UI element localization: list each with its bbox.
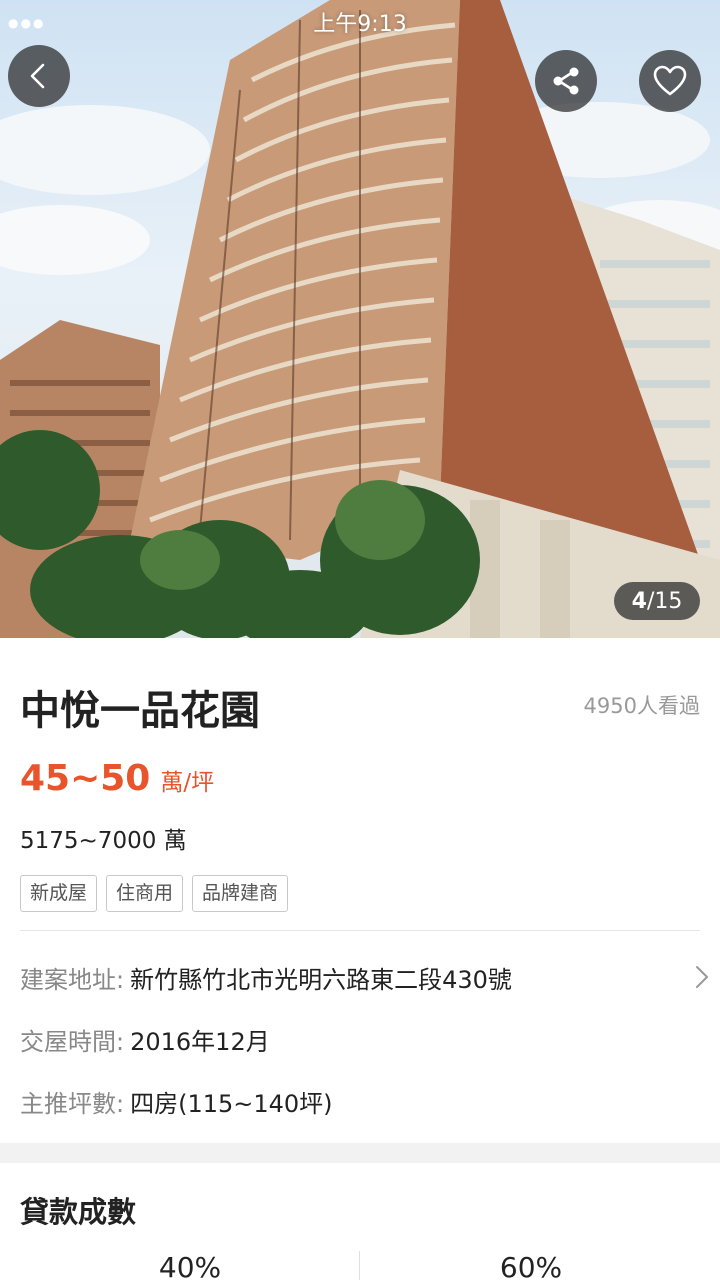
- back-button[interactable]: [8, 45, 70, 107]
- loan-title: 貸款成數: [20, 1195, 137, 1229]
- building-photo: [0, 0, 720, 638]
- loan-section: 貸款成數 40% 60%: [0, 1163, 720, 1280]
- size-label: 主推坪數:: [20, 1089, 125, 1118]
- chevron-right-icon: [696, 966, 708, 988]
- status-bar-time: 上午9:13: [313, 12, 407, 37]
- address-value: 新竹縣竹北市光明六路東二段430號: [130, 965, 512, 994]
- loan-divider: [359, 1251, 360, 1280]
- tag-mixed-use: 住商用: [106, 875, 184, 912]
- share-button[interactable]: [535, 50, 597, 112]
- tag-new-house: 新成屋: [20, 875, 98, 912]
- listing-info: 中悅一品花園 4950人看過 45~50 萬/坪 5175~7000 萬 新成屋 …: [0, 638, 720, 1143]
- delivery-row: 交屋時間: 2016年12月: [20, 1019, 270, 1059]
- loan-option-60[interactable]: 60%: [446, 1251, 616, 1280]
- chevron-left-icon: [30, 63, 45, 89]
- address-label: 建案地址:: [20, 965, 125, 994]
- photo-counter: 4/15: [614, 582, 700, 620]
- unit-price: 45~50 萬/坪: [20, 758, 214, 799]
- address-row[interactable]: 建案地址: 新竹縣竹北市光明六路東二段430號: [20, 957, 710, 997]
- share-icon: [553, 67, 579, 95]
- tag-list: 新成屋 住商用 品牌建商: [20, 875, 289, 912]
- delivery-label: 交屋時間:: [20, 1027, 125, 1056]
- delivery-value: 2016年12月: [130, 1027, 270, 1056]
- photo-counter-separator: /: [646, 588, 655, 614]
- price-range: 45~50: [20, 758, 151, 799]
- section-divider: [20, 930, 700, 931]
- size-value: 四房(115~140坪): [130, 1089, 333, 1118]
- tag-brand-builder: 品牌建商: [192, 875, 289, 912]
- photo-counter-total: 15: [654, 588, 683, 614]
- total-price: 5175~7000 萬: [20, 828, 187, 854]
- hero-photo-gallery[interactable]: ●●● 上午9:13 4/15: [0, 0, 720, 638]
- listing-title: 中悅一品花園: [20, 688, 260, 734]
- size-row: 主推坪數: 四房(115~140坪): [20, 1081, 333, 1121]
- favorite-button[interactable]: [639, 50, 701, 112]
- heart-icon: [653, 65, 687, 96]
- loan-option-40[interactable]: 40%: [105, 1251, 275, 1280]
- view-count: 4950人看過: [583, 694, 700, 718]
- price-unit: 萬/坪: [160, 770, 215, 796]
- section-gap: [0, 1143, 720, 1163]
- photo-counter-current: 4: [631, 588, 647, 614]
